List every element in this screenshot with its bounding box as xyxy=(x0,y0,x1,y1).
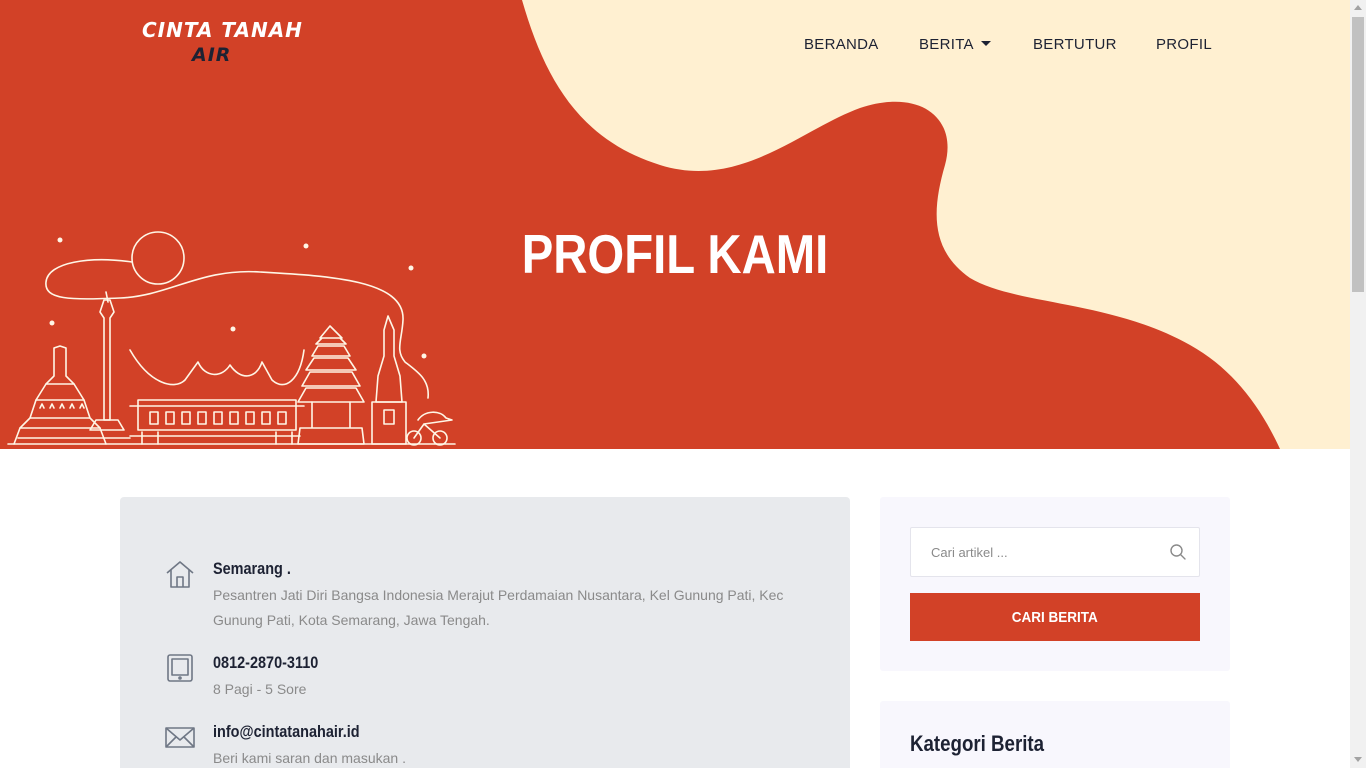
search-box xyxy=(910,527,1200,577)
nav-item-bertutur[interactable]: BERTUTUR xyxy=(1033,36,1117,53)
contact-email-text: Beri kami saran dan masukan . xyxy=(213,750,406,766)
search-icon[interactable] xyxy=(1169,543,1187,561)
scroll-up-arrow-icon[interactable] xyxy=(1354,5,1362,10)
hero-banner: CINTA TANAH AIR BERANDA BERITA BERTUTUR … xyxy=(0,0,1350,449)
scroll-down-arrow-icon[interactable] xyxy=(1354,757,1362,762)
scrollbar-thumb[interactable] xyxy=(1352,17,1364,292)
caret-down-icon xyxy=(980,41,991,46)
contact-phone-text: 8 Pagi - 5 Sore xyxy=(213,681,307,697)
contact-address-text: Pesantren Jati Diri Bangsa Indonesia Mer… xyxy=(213,587,784,628)
nav-item-berita-label: BERITA xyxy=(919,36,974,53)
contact-email-title[interactable]: info@cintatanahair.id xyxy=(213,722,360,742)
contact-info-card: Semarang . Pesantren Jati Diri Bangsa In… xyxy=(120,497,850,768)
category-widget-title: Kategori Berita xyxy=(910,731,1045,756)
home-icon xyxy=(166,561,194,588)
contact-address-title: Semarang . xyxy=(213,559,291,578)
category-widget: Kategori Berita xyxy=(880,701,1230,768)
search-news-button-label: CARI BERITA xyxy=(1011,608,1099,626)
contact-phone-title: 0812-2870-3110 xyxy=(213,653,319,672)
search-input[interactable] xyxy=(911,528,1151,576)
main-nav: BERANDA BERITA BERTUTUR PROFIL xyxy=(0,36,1350,56)
search-widget: CARI BERITA xyxy=(880,497,1230,671)
indonesia-landmarks-illustration xyxy=(7,231,456,446)
nav-item-profil[interactable]: PROFIL xyxy=(1156,36,1212,53)
nav-item-berita[interactable]: BERITA xyxy=(919,36,991,53)
tablet-icon xyxy=(167,654,193,682)
search-news-button[interactable]: CARI BERITA xyxy=(910,593,1200,641)
star-dots xyxy=(49,237,427,359)
mail-icon xyxy=(165,727,195,748)
nav-item-beranda[interactable]: BERANDA xyxy=(804,36,879,53)
